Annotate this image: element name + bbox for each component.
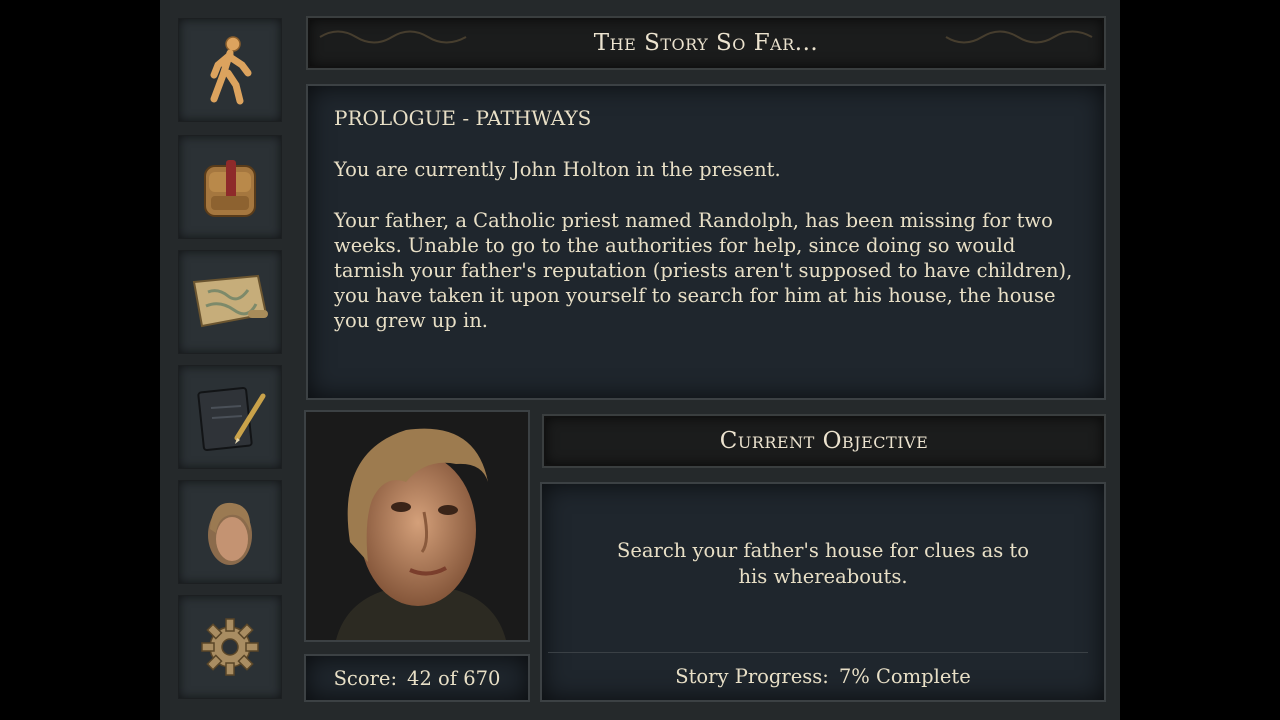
divider (548, 652, 1088, 653)
map-scroll-icon (192, 274, 268, 328)
portrait-icon (208, 502, 252, 565)
map-button[interactable] (178, 250, 282, 354)
inventory-button[interactable] (178, 135, 282, 239)
ornament-left (319, 30, 467, 44)
character-button[interactable] (178, 480, 282, 584)
objective-panel: Search your father's house for clues as … (540, 482, 1106, 702)
character-portrait-image (306, 412, 528, 640)
character-portrait (304, 410, 530, 642)
story-panel: PROLOGUE - PATHWAYS You are currently Jo… (306, 84, 1106, 400)
progress-label: Story Progress: (675, 664, 829, 688)
chapter-title: PROLOGUE - PATHWAYS (334, 106, 592, 130)
settings-button[interactable] (178, 595, 282, 699)
journal-button[interactable] (178, 365, 282, 469)
backpack-icon (204, 160, 256, 217)
story-progress: Story Progress: 7% Complete (542, 654, 1104, 698)
story-title-banner: The Story So Far... (306, 16, 1106, 70)
game-window: The Story So Far... PROLOGUE - PATHWAYS … (160, 0, 1120, 720)
ornament-right (945, 30, 1093, 44)
story-paragraph-2: Your father, a Catholic priest named Ran… (334, 209, 1073, 332)
walk-button[interactable] (178, 18, 282, 122)
score-value: 42 of 670 (407, 666, 501, 690)
objective-title-banner: Current Objective (542, 414, 1106, 468)
story-paragraph-1: You are currently John Holton in the pre… (334, 158, 781, 181)
progress-value: 7% Complete (838, 664, 971, 688)
objective-title: Current Objective (719, 428, 929, 454)
objective-text: Search your father's house for clues as … (617, 539, 1029, 588)
journal-pencil-icon (197, 386, 266, 452)
score-label: Score: (333, 666, 398, 690)
walking-figure-icon (210, 36, 252, 105)
gear-icon (201, 618, 259, 676)
story-title: The Story So Far... (593, 30, 819, 56)
score-box: Score: 42 of 670 (304, 654, 530, 702)
